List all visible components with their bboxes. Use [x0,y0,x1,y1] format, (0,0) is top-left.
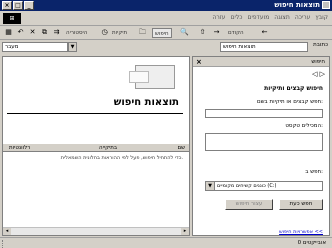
address-dropdown-icon[interactable]: ▼ [68,42,77,52]
folders-button[interactable]: תיקיות [112,28,127,38]
column-relevance[interactable]: רלוונטיות [9,145,30,151]
document-icon [129,71,149,83]
text-label: המכילים טקסט: [285,123,323,129]
views-icon[interactable]: ▦ [4,28,13,37]
undo-icon[interactable]: ↶ [16,28,25,37]
main-area: תוצאות חיפוש שם בתיקייה רלוונטיות כדי לה… [0,54,332,236]
empty-results-text: כדי להתחיל חיפוש, פעל לפי ההוראות בחלוני… [60,155,183,161]
menu-bar: ⊞ קובץ עריכה תצוגה מועדפים כלים עזרה [0,11,332,26]
folders-icon: 🗀 [139,28,146,36]
copy-to-icon[interactable]: ⧉ [40,28,49,37]
close-icon[interactable]: × [196,58,202,66]
status-bar: 0 אובייקטים [0,237,332,248]
column-header-row: שם בתיקייה רלוונטיות [3,143,189,152]
maximize-button[interactable]: □ [13,1,23,10]
menu-tools[interactable]: כלים [231,14,243,21]
delete-icon[interactable]: ✕ [28,28,37,37]
scroll-right-icon[interactable]: ▸ [181,228,189,235]
horizontal-scrollbar[interactable]: ◂ ▸ [3,227,189,235]
name-input[interactable] [205,109,323,118]
status-text: 0 אובייקטים [297,240,326,246]
resize-grip-icon[interactable] [2,240,10,248]
folder-icon [322,1,330,9]
title-bar: תוצאות חיפוש × □ _ [0,0,332,11]
scroll-left-icon[interactable]: ◂ [3,228,11,235]
window-title: תוצאות חיפוש [274,1,320,9]
search-heading: חיפוש קבצים ותיקיות [264,85,323,92]
back-icon: ← [261,28,268,36]
forward-icon[interactable]: → [212,28,221,37]
results-pane: תוצאות חיפוש שם בתיקייה רלוונטיות כדי לה… [2,56,190,236]
toolbar: ▦ ↶ ✕ ⧉ ⇉ היסטוריה ◷ תיקיות 🗀 חיפוש 🔍 ⇧ … [0,26,332,40]
search-pane-header: × חיפוש [193,57,329,67]
search-pane: × חיפוש ◁ ▷ חיפוש קבצים ותיקיות חפש קבצי… [192,56,330,236]
history-icon: ◷ [101,28,108,36]
menu-help[interactable]: עזרה [212,14,225,21]
search-button[interactable]: חיפוש [152,28,172,38]
name-label: חפש קבצים או תיקיות בשם: [257,99,323,105]
menu-edit[interactable]: עריכה [295,14,311,21]
address-bar: מעבר ▼ תוצאות חיפוש כתובת [0,41,332,53]
search-options-link[interactable]: אפשרויות חיפוש << [279,229,323,235]
search-icon: 🔍 [180,28,189,36]
lookin-value: כוננים קשיחים מקומיים (C:) [217,183,277,189]
lookin-label: חפש ב: [305,169,323,175]
address-label: כתובת [313,42,328,48]
go-button[interactable]: מעבר [2,42,68,52]
back-forward-icon[interactable]: ◁ ▷ [312,70,325,78]
back-button[interactable]: הקודם [228,28,244,38]
column-name[interactable]: שם [177,145,185,151]
search-now-button[interactable]: חפש כעת [279,199,323,210]
text-input[interactable] [205,133,323,151]
menu-file[interactable]: קובץ [315,14,328,21]
windows-logo-icon: ⊞ [3,13,21,24]
chevron-down-icon[interactable]: ▼ [206,182,215,190]
close-button[interactable]: × [2,1,12,10]
menu-favorites[interactable]: מועדפים [247,14,269,21]
minimize-button[interactable]: _ [24,1,34,10]
results-title: תוצאות חיפוש [113,97,179,108]
history-button[interactable]: היסטוריה [66,28,87,38]
search-pane-title: חיפוש [311,59,325,65]
column-folder[interactable]: בתיקייה [99,145,117,151]
stop-search-button[interactable]: עצור חיפוש [225,199,273,210]
lookin-select[interactable]: ▼ כוננים קשיחים מקומיים (C:) [205,181,323,191]
menu-view[interactable]: תצוגה [274,14,290,21]
up-folder-icon[interactable]: ⇧ [198,28,207,37]
move-to-icon[interactable]: ⇉ [52,28,61,37]
address-field[interactable]: תוצאות חיפוש [220,42,308,52]
divider [7,113,183,114]
